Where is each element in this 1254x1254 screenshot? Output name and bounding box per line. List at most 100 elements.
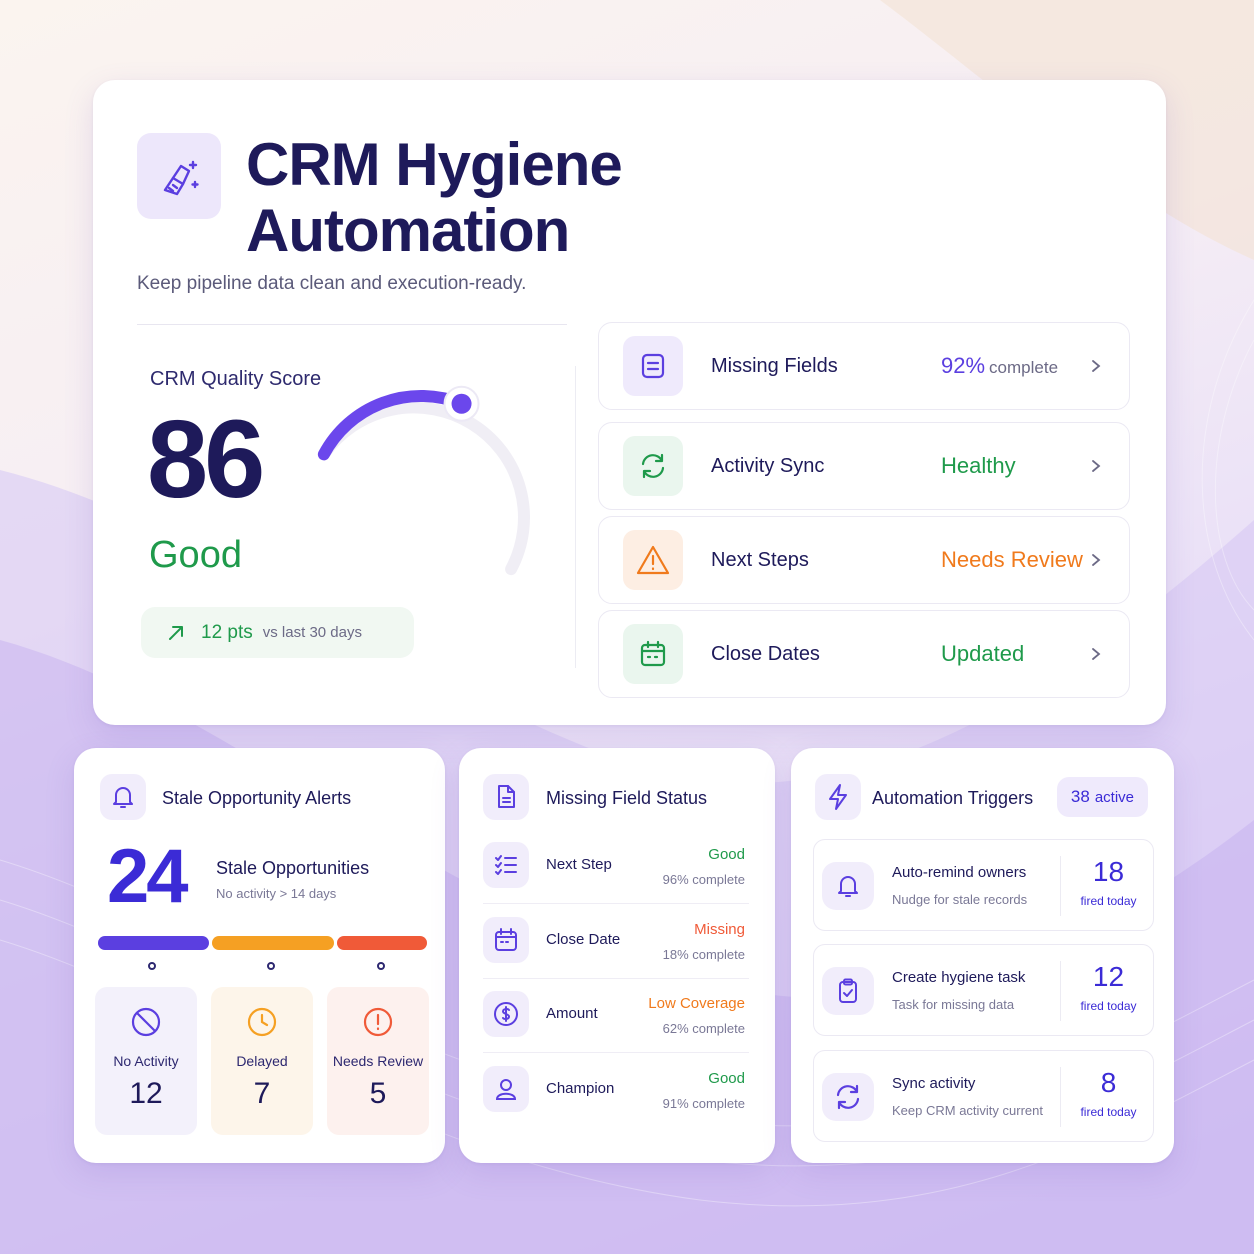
active-label: active (1094, 788, 1134, 806)
field-row-champion[interactable]: Champion Good 91% complete (483, 1054, 749, 1128)
trigger-count: 8 (1100, 1067, 1117, 1098)
chevron-right-icon (1092, 460, 1101, 472)
tile-label: Needs Review (332, 1053, 424, 1069)
tile-delayed[interactable]: Delayed 7 (211, 987, 313, 1135)
stale-label: Stale Opportunities (216, 858, 370, 878)
field-name: Next Step (546, 856, 612, 873)
trigger-name: Create hygiene task (892, 969, 1026, 986)
field-status: Missing (694, 921, 745, 938)
trigger-row-sync-activity[interactable]: Sync activity Keep CRM activity current … (813, 1050, 1154, 1142)
status-name: Next Steps (711, 548, 809, 571)
calendar-icon (623, 624, 683, 684)
status-row-activity-sync[interactable]: Activity Sync Healthy (598, 422, 1130, 510)
status-value: Updated (941, 641, 1025, 666)
field-row-close-date[interactable]: Close Date Missing 18% complete (483, 905, 749, 979)
trigger-sub: Task for missing data (892, 997, 1015, 1012)
tile-label: Delayed (236, 1053, 288, 1069)
trend-up-icon (163, 620, 189, 646)
alert-circle-icon (361, 1005, 395, 1039)
dollar-icon (483, 991, 529, 1037)
tile-value: 12 (129, 1077, 163, 1110)
stale-sub: No activity > 14 days (216, 886, 337, 901)
field-name: Champion (546, 1080, 615, 1097)
sync-icon (623, 436, 683, 496)
segment-marker (148, 962, 156, 970)
trigger-sub: Nudge for stale records (892, 892, 1028, 907)
trigger-row-auto-remind[interactable]: Auto-remind owners Nudge for stale recor… (813, 839, 1154, 931)
status-row-missing-fields[interactable]: Missing Fields 92% complete (598, 322, 1130, 410)
trigger-count: 12 (1092, 961, 1125, 992)
tile-label: No Activity (113, 1053, 179, 1069)
gauge-knob-center (451, 393, 472, 414)
status-row-next-steps[interactable]: Next Steps Needs Review (598, 516, 1130, 604)
field-name: Close Date (546, 931, 621, 948)
field-row-next-step[interactable]: Next Step Good 96% complete (483, 830, 749, 904)
trigger-unit: fired today (1080, 894, 1137, 908)
field-status: Good (708, 1070, 745, 1087)
missing-field-status-card: Missing Field Status Next Step Good 96% … (459, 748, 775, 1163)
chevron-right-icon (1092, 360, 1101, 372)
main-card: CRM Hygiene Automation Keep pipeline dat… (93, 80, 1166, 725)
status-name: Missing Fields (711, 354, 838, 377)
card-title: Stale Opportunity Alerts (162, 788, 352, 808)
field-status: Good (708, 846, 745, 863)
trigger-unit: fired today (1080, 999, 1137, 1013)
bell-icon (822, 862, 874, 910)
page-title: CRM Hygiene Automation (246, 131, 623, 264)
status-value: Needs Review (941, 547, 1083, 572)
status-row-close-dates[interactable]: Close Dates Updated (598, 610, 1130, 698)
segment-needs-review (337, 936, 427, 950)
divider (137, 324, 567, 325)
card-title: Missing Field Status (546, 788, 708, 808)
chevron-right-icon (1092, 648, 1101, 660)
tile-value: 5 (369, 1077, 387, 1110)
stale-alerts-card: Stale Opportunity Alerts 24 Stale Opport… (74, 748, 445, 1163)
automation-triggers-card: Automation Triggers 38 active Auto-remin… (791, 748, 1174, 1163)
trigger-name: Sync activity (892, 1075, 976, 1092)
trigger-sub: Keep CRM activity current (892, 1103, 1043, 1118)
status-name: Activity Sync (711, 454, 825, 477)
quality-score-value: 86 (147, 398, 265, 521)
trigger-unit: fired today (1080, 1105, 1137, 1119)
field-percent: 62% complete (662, 1021, 745, 1036)
field-percent: 18% complete (662, 947, 745, 962)
checklist-icon (483, 842, 529, 888)
sync-icon (822, 1073, 874, 1121)
divider (575, 366, 576, 668)
status-value: Healthy (941, 453, 1016, 478)
chevron-right-icon (1092, 554, 1101, 566)
trend-badge: 12 pts vs last 30 days (141, 607, 414, 658)
clipboard-check-icon (822, 967, 874, 1015)
document-icon (623, 336, 683, 396)
gauge-track (317, 401, 530, 576)
segment-marker (267, 962, 275, 970)
document-icon (483, 774, 529, 820)
broom-sparkle-icon (137, 133, 221, 219)
field-status: Low Coverage (648, 995, 745, 1012)
active-count-badge: 38 active (1056, 777, 1148, 817)
status-value: 92% complete (941, 353, 1059, 378)
lightning-icon (815, 774, 861, 820)
ban-icon (129, 1005, 163, 1039)
quality-score-gauge (317, 385, 530, 576)
tile-value: 7 (253, 1077, 271, 1110)
field-name: Amount (546, 1005, 598, 1022)
quality-score-status: Good (149, 534, 242, 576)
clock-icon (245, 1005, 279, 1039)
page-subtitle: Keep pipeline data clean and execution-r… (137, 273, 527, 294)
segment-marker (377, 962, 385, 970)
trigger-name: Auto-remind owners (892, 864, 1027, 881)
trigger-row-create-task[interactable]: Create hygiene task Task for missing dat… (813, 944, 1154, 1036)
segment-no-activity (98, 936, 209, 950)
divider (1060, 1067, 1061, 1127)
field-percent: 96% complete (662, 872, 745, 887)
user-icon (483, 1066, 529, 1112)
trigger-count: 18 (1092, 856, 1125, 887)
divider (1060, 856, 1061, 916)
tile-no-activity[interactable]: No Activity 12 (95, 987, 197, 1135)
trend-label: vs last 30 days (262, 624, 362, 641)
active-count: 38 (1070, 787, 1090, 806)
status-name: Close Dates (711, 642, 820, 665)
tile-needs-review[interactable]: Needs Review 5 (327, 987, 429, 1135)
field-row-amount[interactable]: Amount Low Coverage 62% complete (483, 979, 749, 1053)
